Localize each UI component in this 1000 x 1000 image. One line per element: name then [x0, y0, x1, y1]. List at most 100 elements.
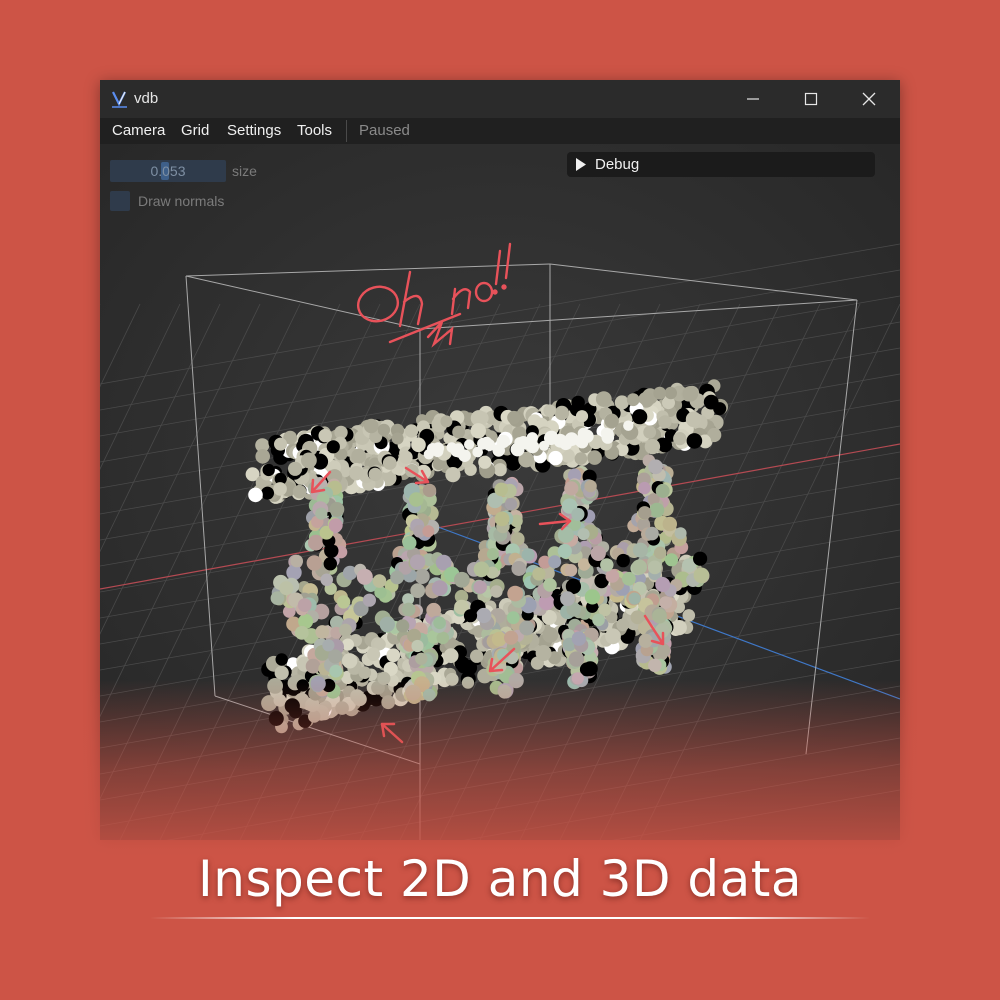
point	[452, 443, 465, 456]
point	[493, 463, 507, 477]
point	[470, 649, 484, 663]
point	[574, 452, 588, 465]
point	[543, 404, 556, 418]
point	[548, 450, 563, 466]
point	[614, 395, 630, 410]
point	[273, 482, 287, 496]
menu-camera[interactable]: Camera	[112, 122, 165, 139]
menu-settings[interactable]: Settings	[227, 122, 281, 139]
point	[457, 660, 470, 674]
minimize-button[interactable]	[724, 80, 782, 118]
point	[431, 580, 448, 596]
point	[571, 631, 587, 646]
point	[478, 455, 492, 469]
point	[655, 483, 670, 498]
point	[436, 631, 450, 645]
point	[402, 535, 417, 550]
menu-separator	[346, 120, 347, 142]
point	[275, 653, 288, 666]
point	[396, 619, 410, 633]
maximize-button[interactable]	[782, 80, 840, 118]
point	[511, 561, 527, 576]
maximize-icon	[804, 92, 818, 106]
point	[643, 425, 657, 439]
point	[328, 518, 343, 533]
menu-grid[interactable]: Grid	[181, 122, 209, 139]
point	[318, 428, 332, 443]
point	[601, 428, 614, 441]
point	[644, 438, 661, 455]
point	[382, 456, 397, 470]
point	[632, 409, 648, 425]
point	[686, 433, 703, 449]
point	[575, 410, 589, 423]
point	[305, 658, 321, 674]
point	[426, 443, 439, 455]
point	[507, 410, 521, 425]
size-slider[interactable]: 0.053	[110, 160, 226, 182]
point	[452, 425, 465, 439]
point	[274, 437, 287, 451]
point	[399, 450, 413, 464]
point	[473, 580, 487, 594]
point	[358, 666, 372, 679]
point	[248, 487, 263, 503]
draw-normals-checkbox[interactable]	[110, 191, 130, 211]
menu-bar: Camera Grid Settings Tools Paused	[100, 118, 900, 144]
point	[329, 664, 343, 678]
point	[587, 450, 602, 465]
point	[377, 423, 391, 437]
point	[362, 593, 376, 607]
point	[414, 568, 430, 584]
point	[658, 415, 672, 429]
point	[652, 608, 667, 624]
point	[592, 613, 605, 627]
status-paused: Paused	[359, 122, 410, 139]
point	[386, 648, 401, 663]
point	[391, 432, 404, 445]
debug-panel-header[interactable]: Debug	[567, 152, 875, 177]
point	[662, 516, 677, 532]
point	[433, 616, 446, 630]
vdb-logo-icon	[112, 91, 127, 108]
point	[506, 611, 520, 625]
point	[294, 626, 309, 640]
debug-label: Debug	[595, 156, 640, 173]
point	[519, 620, 535, 636]
point	[630, 610, 645, 625]
point	[440, 415, 453, 428]
menu-tools[interactable]: Tools	[297, 122, 332, 139]
point	[342, 653, 358, 669]
point	[368, 467, 382, 482]
point	[542, 627, 559, 643]
point	[682, 386, 699, 402]
point	[323, 557, 337, 571]
point	[454, 571, 470, 588]
size-label: size	[232, 163, 257, 179]
point	[507, 585, 524, 602]
point	[693, 551, 708, 566]
point	[535, 645, 552, 661]
point	[274, 665, 289, 681]
point	[422, 483, 437, 498]
point	[645, 526, 659, 541]
point	[504, 630, 519, 645]
point	[649, 502, 665, 518]
point	[638, 481, 651, 495]
point	[605, 628, 621, 645]
point	[582, 661, 598, 677]
point	[286, 564, 302, 581]
point	[315, 625, 330, 639]
point	[486, 548, 499, 560]
point	[557, 526, 574, 543]
point	[638, 506, 652, 520]
point	[496, 434, 510, 449]
caption-underline	[150, 917, 870, 919]
close-button[interactable]	[840, 80, 898, 118]
point	[564, 432, 579, 446]
point	[631, 559, 647, 575]
point	[415, 652, 428, 665]
point	[339, 623, 352, 637]
title-bar[interactable]: vdb	[100, 80, 900, 118]
point	[494, 482, 509, 497]
